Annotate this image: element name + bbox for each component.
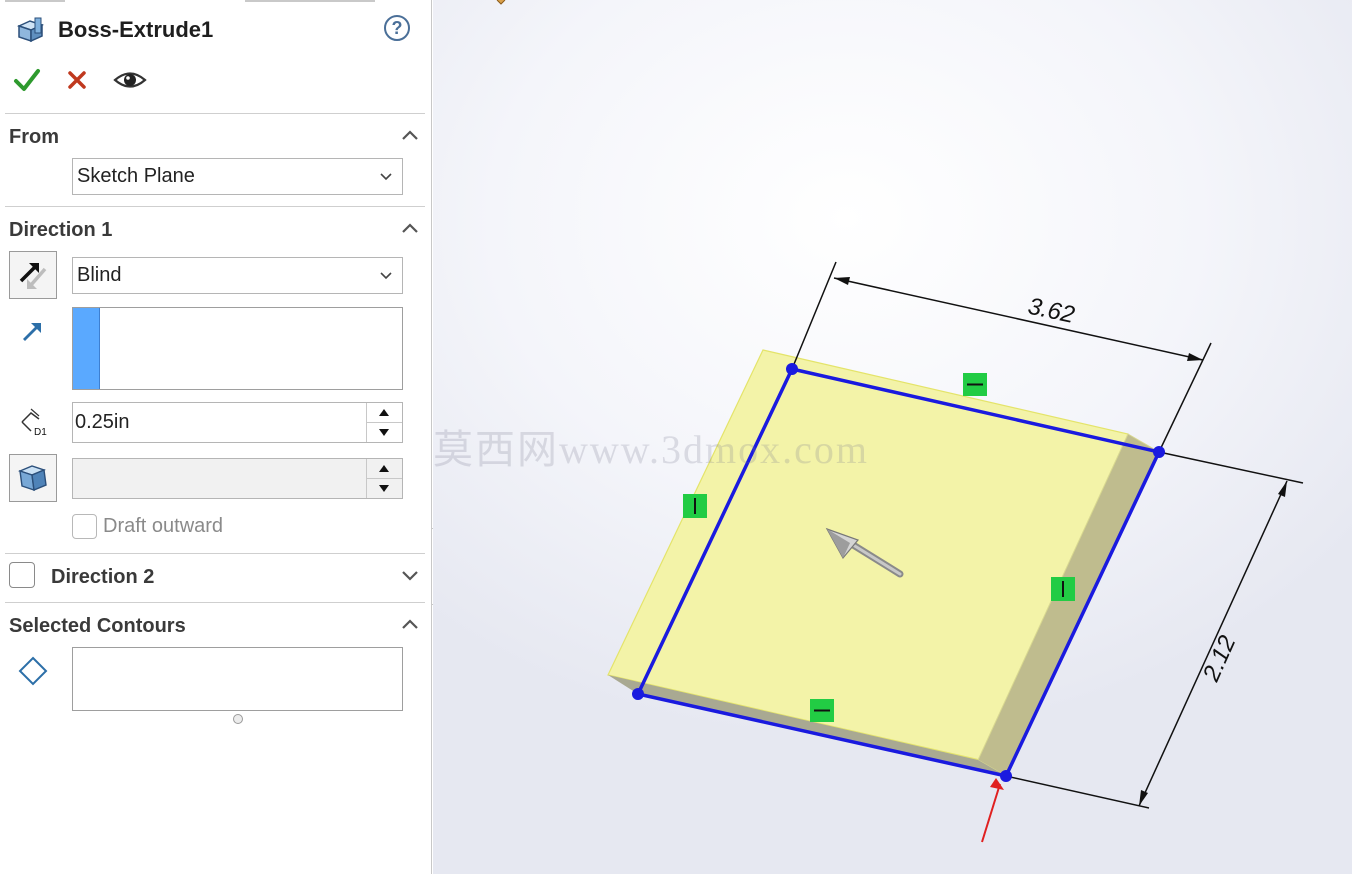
watermark-text: 莫西网www.3dmox.com bbox=[433, 427, 870, 472]
tab-indicator[interactable] bbox=[5, 0, 65, 2]
section-direction1-title: Direction 1 bbox=[9, 219, 113, 241]
vertical-relation-icon[interactable] bbox=[1051, 577, 1075, 601]
triad-marker-icon bbox=[496, 0, 506, 5]
graphics-area[interactable]: 3.62 2.12 莫西网www.3dmox.com bbox=[433, 0, 1352, 874]
section-divider bbox=[5, 113, 425, 114]
property-manager-panel: Boss-Extrude1 ? From Sketch Plane Direct… bbox=[0, 0, 432, 874]
spin-down-button[interactable] bbox=[367, 422, 402, 442]
reverse-direction-button[interactable] bbox=[9, 251, 57, 299]
feature-title: Boss-Extrude1 bbox=[58, 17, 214, 42]
ok-check-icon[interactable] bbox=[11, 64, 43, 96]
draft-angle-input[interactable] bbox=[72, 458, 403, 499]
extrude-boss-icon bbox=[16, 17, 45, 43]
spin-up-button[interactable] bbox=[367, 403, 402, 422]
sketch-vertex[interactable] bbox=[1000, 770, 1012, 782]
section-divider bbox=[5, 553, 425, 554]
contour-icon bbox=[18, 656, 48, 686]
from-dropdown[interactable]: Sketch Plane bbox=[72, 158, 403, 195]
direction-of-extrusion-selection-box[interactable] bbox=[72, 307, 403, 390]
spin-down-button[interactable] bbox=[367, 478, 402, 498]
triangle-up-icon bbox=[379, 409, 389, 416]
collapse-chevron-up-icon[interactable] bbox=[400, 221, 420, 235]
tab-indicator[interactable] bbox=[245, 0, 375, 2]
from-dropdown-value: Sketch Plane bbox=[77, 165, 195, 187]
triangle-down-icon bbox=[379, 429, 389, 436]
reverse-direction-icon bbox=[19, 263, 47, 289]
collapse-chevron-up-icon[interactable] bbox=[400, 128, 420, 142]
triangle-up-icon bbox=[379, 465, 389, 472]
end-condition-dropdown[interactable]: Blind bbox=[72, 257, 403, 294]
collapse-chevron-up-icon[interactable] bbox=[400, 617, 420, 631]
draft-outward-label: Draft outward bbox=[103, 515, 224, 537]
draft-toggle-button[interactable] bbox=[9, 454, 57, 502]
triangle-down-icon bbox=[379, 485, 389, 492]
sketch-vertex[interactable] bbox=[1153, 446, 1165, 458]
horizontal-relation-icon[interactable] bbox=[810, 699, 834, 722]
expand-chevron-down-icon[interactable] bbox=[400, 568, 420, 582]
chevron-down-icon bbox=[380, 272, 392, 280]
section-divider bbox=[5, 206, 425, 207]
help-button[interactable]: ? bbox=[384, 15, 410, 41]
depth-dimension-icon: D1 bbox=[21, 408, 47, 438]
dimension-height-label[interactable]: 2.12 bbox=[1197, 632, 1241, 687]
triad-x-axis-icon bbox=[981, 778, 1004, 843]
horizontal-relation-icon[interactable] bbox=[963, 373, 987, 396]
chevron-down-icon bbox=[380, 173, 392, 181]
direction2-checkbox[interactable] bbox=[9, 562, 35, 588]
sketch-vertex[interactable] bbox=[632, 688, 644, 700]
vertical-relation-icon[interactable] bbox=[683, 494, 707, 518]
sketch-vertex[interactable] bbox=[786, 363, 798, 375]
draft-angle-spinner bbox=[366, 459, 402, 498]
section-from-title: From bbox=[9, 126, 59, 148]
direction-vector-icon bbox=[23, 323, 41, 341]
depth-spinner bbox=[366, 403, 402, 442]
section-selected-contours-title: Selected Contours bbox=[9, 615, 186, 637]
preview-eye-icon[interactable] bbox=[112, 64, 148, 96]
section-divider bbox=[5, 602, 425, 603]
draft-outward-checkbox[interactable] bbox=[72, 514, 97, 539]
spin-up-button[interactable] bbox=[367, 459, 402, 478]
resize-handle[interactable] bbox=[233, 714, 243, 724]
selected-contours-box[interactable] bbox=[72, 647, 403, 711]
dimension-width-label[interactable]: 3.62 bbox=[1026, 293, 1077, 329]
depth-value: 0.25in bbox=[75, 411, 130, 433]
end-condition-value: Blind bbox=[77, 264, 122, 286]
depth-input[interactable]: 0.25in bbox=[72, 402, 403, 443]
cancel-x-icon[interactable] bbox=[61, 64, 93, 96]
selection-active-indicator bbox=[73, 308, 100, 389]
svg-text:D1: D1 bbox=[34, 427, 47, 438]
draft-icon bbox=[18, 465, 47, 492]
section-direction2-title: Direction 2 bbox=[51, 566, 155, 588]
